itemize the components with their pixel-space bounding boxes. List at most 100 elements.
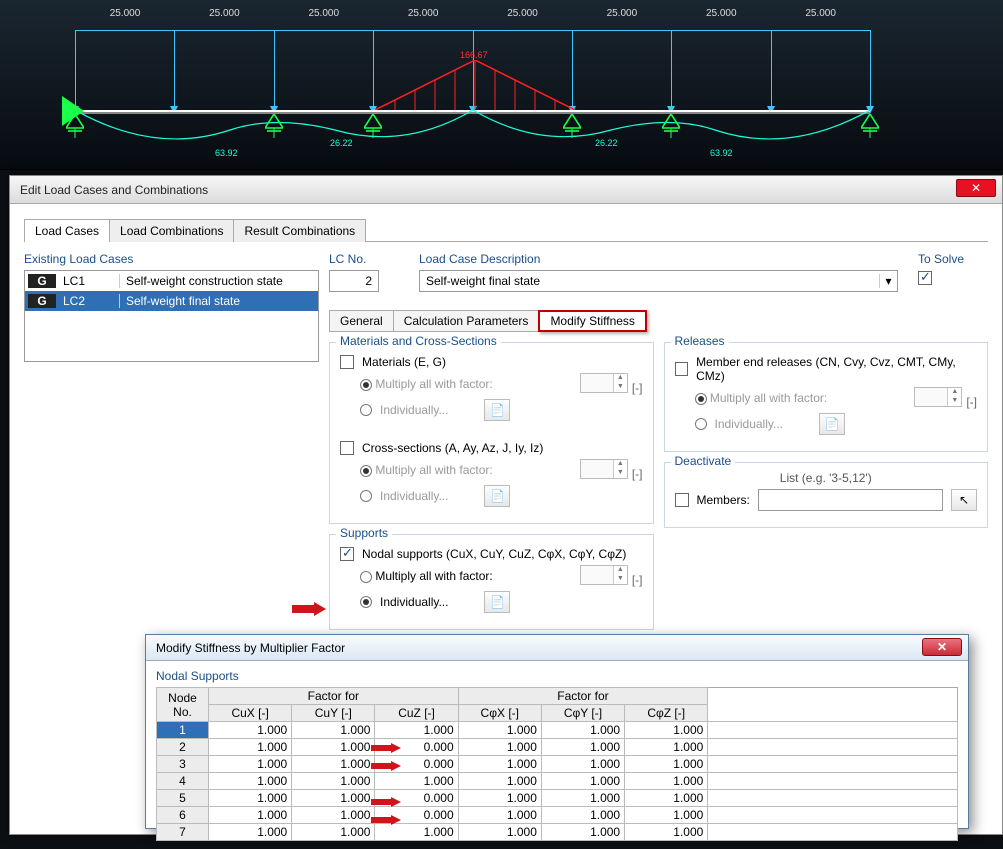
factor-cell[interactable]: 1.000 [209,807,292,824]
factor-cell[interactable]: 1.000 [292,824,375,841]
factor-cell[interactable]: 1.000 [625,790,708,807]
nodal-supports-table[interactable]: Node No. Factor for Factor for CuX [-]Cu… [156,687,958,841]
factor-cell[interactable]: 1.000 [458,790,541,807]
factor-cell[interactable]: 1.000 [292,790,375,807]
table-col-header: CφX [-] [458,705,541,722]
tab-load-cases[interactable]: Load Cases [24,219,110,242]
node-cell[interactable]: 5 [157,790,209,807]
factor-cell[interactable]: 1.000 [625,722,708,739]
table-row[interactable]: 21.0001.0000.0001.0001.0001.000 [157,739,958,756]
factor-cell[interactable]: 1.000 [541,824,624,841]
factor-cell[interactable]: 1.000 [458,824,541,841]
factor-cell[interactable]: 1.000 [209,756,292,773]
chevron-down-icon[interactable]: ▾ [879,274,897,288]
table-row[interactable]: 11.0001.0001.0001.0001.0001.000 [157,722,958,739]
tab-modify-stiffness[interactable]: Modify Stiffness [538,310,646,332]
lc-no-input[interactable] [329,270,379,292]
factor-cell[interactable]: 1.000 [209,790,292,807]
releases-checkbox[interactable] [675,362,689,376]
supports-mult-label: Multiply all with factor: [375,569,492,583]
close-button[interactable]: ✕ [956,179,996,197]
curve-label: 63.92 [215,148,238,158]
factor-cell[interactable]: 1.000 [625,807,708,824]
lc-desc: Self-weight construction state [119,274,318,288]
factor-cell[interactable]: 1.000 [541,807,624,824]
deactivate-members-input[interactable] [758,489,943,511]
tab-result-combinations[interactable]: Result Combinations [233,219,366,242]
table-col-header: CφZ [-] [625,705,708,722]
factor-cell[interactable]: 1.000 [625,773,708,790]
cross-sections-checkbox[interactable] [340,441,354,455]
table-row[interactable]: 31.0001.0000.0001.0001.0001.000 [157,756,958,773]
deactivate-members-checkbox[interactable] [675,493,689,507]
load-cases-list[interactable]: GLC1Self-weight construction stateGLC2Se… [24,270,319,362]
factor-cell[interactable]: 1.000 [292,807,375,824]
factor-cell[interactable]: 1.000 [458,739,541,756]
subdialog-titlebar[interactable]: Modify Stiffness by Multiplier Factor ✕ [146,635,968,661]
factor-cell[interactable]: 1.000 [209,739,292,756]
subdialog-close-button[interactable]: ✕ [922,638,962,656]
node-cell[interactable]: 7 [157,824,209,841]
node-cell[interactable]: 3 [157,756,209,773]
factor-cell[interactable]: 1.000 [209,824,292,841]
table-row[interactable]: 71.0001.0001.0001.0001.0001.000 [157,824,958,841]
factor-cell[interactable]: 1.000 [209,722,292,739]
to-solve-checkbox[interactable] [918,271,932,285]
cross-factor-spinner: ▲▼ [580,459,628,479]
factor-cell[interactable]: 1.000 [625,824,708,841]
factor-cell[interactable]: 1.000 [209,773,292,790]
cross-indiv-radio [360,490,372,502]
param-tabs: General Calculation Parameters Modify St… [329,310,988,332]
table-col-header: CuX [-] [209,705,292,722]
supports-factor-spinner[interactable]: ▲▼ [580,565,628,585]
factor-cell[interactable]: 1.000 [292,773,375,790]
supports-edit-button[interactable]: 📄 [484,591,510,613]
factor-cell[interactable]: 1.000 [541,756,624,773]
lc-code: LC2 [59,294,119,308]
load-case-row[interactable]: GLC2Self-weight final state [25,291,318,311]
nodal-supports-checkbox[interactable] [340,547,354,561]
existing-load-cases-label: Existing Load Cases [24,252,319,270]
factor-cell[interactable]: 1.000 [541,722,624,739]
annotation-arrow-icon [371,796,401,806]
load-case-row[interactable]: GLC1Self-weight construction state [25,271,318,291]
tab-calc-params[interactable]: Calculation Parameters [393,310,540,332]
span-label: 25.000 [408,8,439,19]
factor-cell[interactable]: 1.000 [458,807,541,824]
support-icon [662,114,680,141]
table-row[interactable]: 51.0001.0000.0001.0001.0001.000 [157,790,958,807]
table-row[interactable]: 41.0001.0001.0001.0001.0001.000 [157,773,958,790]
node-cell[interactable]: 2 [157,739,209,756]
cross-edit-icon: 📄 [484,485,510,507]
factor-cell[interactable]: 1.000 [375,824,458,841]
titlebar[interactable]: Edit Load Cases and Combinations ✕ [10,176,1002,204]
supports-indiv-radio[interactable] [360,596,372,608]
factor-cell[interactable]: 1.000 [541,773,624,790]
node-cell[interactable]: 4 [157,773,209,790]
factor-cell[interactable]: 1.000 [375,773,458,790]
factor-cell[interactable]: 1.000 [541,790,624,807]
node-cell[interactable]: 6 [157,807,209,824]
factor-cell[interactable]: 1.000 [541,739,624,756]
materials-checkbox[interactable] [340,355,354,369]
support-icon [364,114,382,141]
factor-cell[interactable]: 1.000 [292,756,375,773]
col-node-no: Node No. [157,688,209,722]
factor-cell[interactable]: 1.000 [375,722,458,739]
factor-cell[interactable]: 1.000 [292,722,375,739]
modify-stiffness-dialog: Modify Stiffness by Multiplier Factor ✕ … [145,634,969,829]
supports-mult-radio[interactable] [360,571,372,583]
factor-cell[interactable]: 1.000 [458,722,541,739]
factor-cell[interactable]: 1.000 [292,739,375,756]
lc-desc-combo[interactable]: Self-weight final state ▾ [419,270,898,292]
pick-members-icon[interactable]: ↖ [951,489,977,511]
tab-load-combinations[interactable]: Load Combinations [109,219,234,242]
factor-cell[interactable]: 1.000 [625,756,708,773]
node-cell[interactable]: 1 [157,722,209,739]
tab-general[interactable]: General [329,310,394,332]
factor-cell[interactable]: 1.000 [458,773,541,790]
factor-cell[interactable]: 1.000 [458,756,541,773]
table-row[interactable]: 61.0001.0000.0001.0001.0001.000 [157,807,958,824]
factor-cell[interactable]: 1.000 [625,739,708,756]
span-label: 25.000 [706,8,737,19]
